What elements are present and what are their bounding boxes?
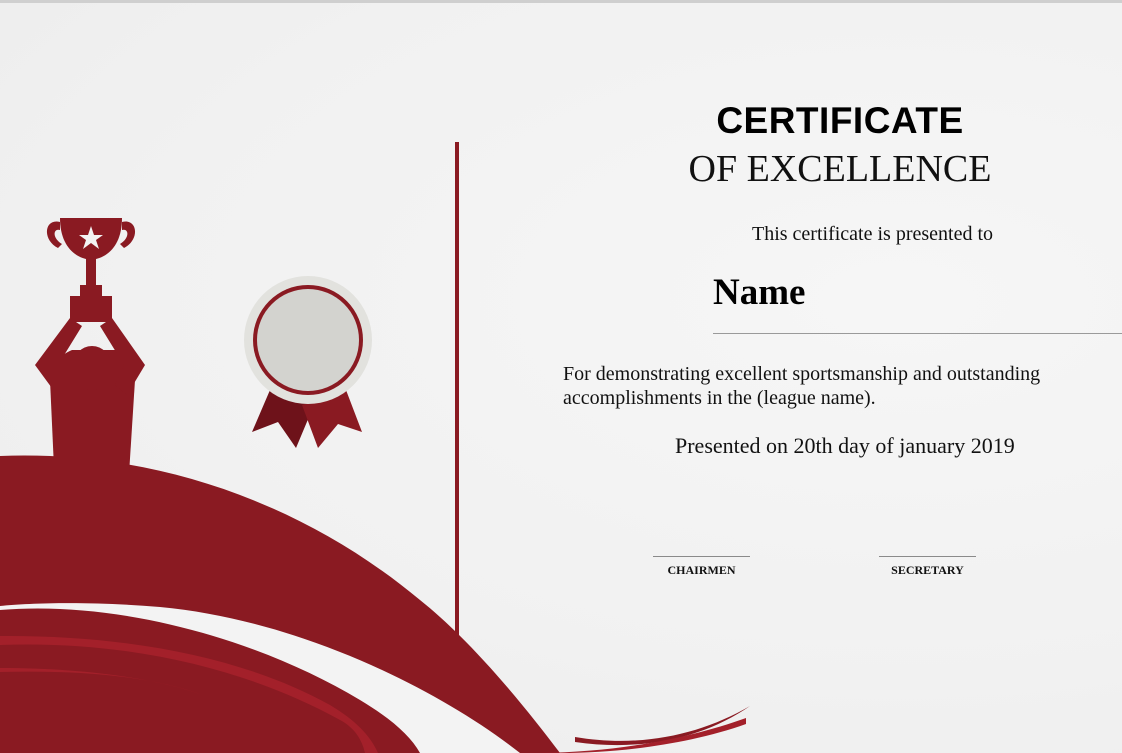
vertical-divider <box>455 142 459 662</box>
recipient-name[interactable]: Name <box>713 271 805 314</box>
secretary-signature-line <box>879 556 976 557</box>
certificate-title: CERTIFICATE <box>716 100 964 141</box>
presented-to-text: This certificate is presented to <box>752 223 994 245</box>
chairmen-signature-block: CHAIRMEN <box>653 556 750 578</box>
chairmen-signature-line <box>653 556 750 557</box>
certificate-subtitle: OF EXCELLENCE <box>688 148 992 190</box>
chairmen-label: CHAIRMEN <box>667 563 736 577</box>
secretary-signature-block: SECRETARY <box>879 556 976 578</box>
award-reason-text: For demonstrating excellent sportsmanshi… <box>563 363 1041 409</box>
certificate-page: CERTIFICATE OF EXCELLENCE This certifica… <box>0 0 1122 753</box>
presented-date-text: Presented on 20th day of january 2019 <box>675 433 1015 458</box>
secretary-label: SECRETARY <box>891 563 964 577</box>
name-underline <box>713 333 1122 334</box>
athlete-silhouette <box>35 218 145 490</box>
award-medal-icon <box>244 276 372 448</box>
